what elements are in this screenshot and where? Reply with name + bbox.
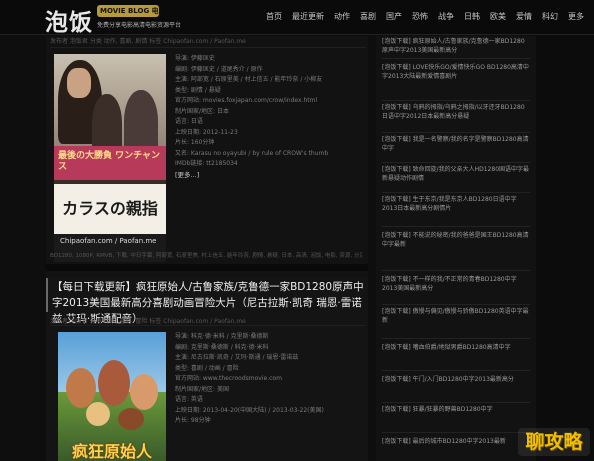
poster-character	[118, 408, 144, 430]
divider	[382, 132, 530, 133]
divider	[382, 304, 530, 305]
page-gutter	[536, 36, 594, 461]
logo-badge: MOVIE BLOG 电影资讯	[97, 5, 159, 17]
site-header: 泡饭 MOVIE BLOG 电影资讯 免费分享电影高清电影资源平台 首页 最近更…	[0, 0, 594, 37]
sidebar-link[interactable]: [泡饭下载] LOVE快乐GO/爱情快乐GO BD1280高清中字2013大陆最…	[382, 64, 530, 81]
info-cast: 主演: 阿部宽 / 石原里美 / 村上信五 / 能年玲奈 / 小柳友	[175, 76, 323, 83]
info-director: 导演: 科克·德·米科 / 克里斯·桑德斯	[175, 333, 269, 340]
post-meta: 发布者 泡饭君 分类 动作, 喜剧, 剧情 标签 Chipaofan.com /…	[50, 38, 246, 45]
info-release-date: 上映日期: 2013-04-20(中国大陆) / 2013-03-22(美国)	[175, 406, 324, 414]
poster-character	[98, 360, 130, 406]
sidebar-link[interactable]: [泡饭下载] 不能说的秘密/我的爸爸是国王BD1280高清中字最新	[382, 232, 530, 249]
divider	[382, 338, 530, 339]
poster-tagline-band: 最後の大勝負 ワンチャンス	[54, 146, 166, 180]
sidebar-link[interactable]: [泡饭下载] 生于东京/我是东京人BD1280日语中字2013日本最新高分剧情片	[382, 196, 530, 213]
nav-item-action[interactable]: 动作	[334, 11, 350, 22]
post-separator	[46, 264, 368, 271]
poster-character	[86, 402, 110, 426]
divider	[50, 325, 366, 326]
divider	[382, 402, 530, 403]
nav-item-scifi[interactable]: 科幻	[542, 11, 558, 22]
nav-item-romance[interactable]: 爱情	[516, 11, 532, 22]
logo-badge-text: MOVIE BLOG 电影资讯	[100, 7, 159, 15]
sidebar-link[interactable]: [泡饭下载] 午门/入门BD1280中字2013最新高分	[382, 376, 530, 385]
logo-subtitle: 免费分享电影高清电影资源平台	[97, 22, 182, 29]
info-aka: 又名: Karasu no oyayubi / by rule of CROW'…	[175, 149, 329, 157]
more-link[interactable]: [更多...]	[175, 170, 361, 181]
nav-item-war[interactable]: 战争	[438, 11, 454, 22]
nav-item-home[interactable]: 首页	[266, 11, 282, 22]
divider	[382, 162, 530, 163]
poster-figure	[124, 90, 158, 154]
poster-character	[66, 368, 96, 408]
info-cast: 主演: 尼古拉斯·凯奇 / 艾玛·斯通 / 瑞恩·雷诺兹	[175, 354, 299, 361]
poster-figure	[92, 94, 122, 154]
post-meta: 发布者 泡饭君 分类 动画, 喜剧, 冒险 标签 Chipaofan.com /…	[50, 318, 246, 325]
sidebar-link[interactable]: [泡饭下载] 致命回旋/我的父亲大人HD1280国语中字最新悬疑动作剧情	[382, 166, 530, 183]
movie-info: 导演: 科克·德·米科 / 克里斯·桑德斯 编剧: 克里斯·桑德斯 / 科克·德…	[175, 332, 361, 427]
poster-face	[67, 68, 91, 98]
nav-item-jpkr[interactable]: 日韩	[464, 11, 480, 22]
nav-item-domestic[interactable]: 国产	[386, 11, 402, 22]
main-content: 发布者 泡饭君 分类 动作, 喜剧, 剧情 标签 Chipaofan.com /…	[46, 36, 368, 461]
poster-title-panel: カラスの親指	[54, 184, 166, 234]
sidebar-latest-list: [泡饭下载] 疯狂原始人/古鲁家族/克鲁德一家BD1280原声中字2013美国最…	[376, 36, 536, 461]
post-card: 发布者 泡饭君 分类 动作, 喜剧, 剧情 标签 Chipaofan.com /…	[46, 36, 368, 262]
divider	[382, 226, 530, 227]
info-country: 制片国家/地区: 日本	[175, 107, 229, 115]
info-release-date: 上映日期: 2012-11-23	[175, 128, 238, 136]
sidebar-link[interactable]: [泡饭下载] 最后的城市BD1280中字2013最新	[382, 438, 530, 447]
sidebar-link[interactable]: [泡饭下载] 疯狂原始人/古鲁家族/克鲁德一家BD1280原声中字2013美国最…	[382, 38, 530, 55]
info-language: 语言: 日语	[175, 118, 203, 125]
divider	[382, 270, 530, 271]
movie-poster[interactable]: 最後の大勝負 ワンチャンス カラスの親指 Chipaofan.com / Pao…	[54, 54, 166, 262]
sidebar-link[interactable]: [泡饭下载] 傲慢与偏见/傲慢与骄傲BD1280英语中字最新	[382, 308, 530, 325]
sidebar-link[interactable]: [泡饭下载] 不一样的我/不正常的青春BD1280中字2013美国最新高分	[382, 276, 530, 293]
movie-poster[interactable]: 疯狂原始人	[58, 332, 166, 461]
divider	[382, 370, 530, 371]
post-tags[interactable]: BD1280, 1080P, RMVB, 下载, 中日字幕, 阿部宽, 石原里美…	[50, 251, 362, 259]
info-country: 制片国家/地区: 美国	[175, 385, 229, 393]
info-imdb[interactable]: IMDb链接: tt2185034	[175, 159, 361, 170]
info-director: 导演: 伊藤匡史	[175, 55, 215, 62]
info-writer: 编剧: 伊藤匡史 / 道尾秀介 / 原作	[175, 65, 263, 73]
nav-item-more[interactable]: 更多	[568, 11, 584, 22]
info-genre: 类型: 喜剧 / 动画 / 冒险	[175, 364, 239, 372]
main-nav: 首页 最近更新 动作 喜剧 国产 恐怖 战争 日韩 欧美 爱情 科幻 更多	[266, 11, 594, 22]
divider	[50, 47, 366, 48]
poster-title: カラスの親指	[62, 199, 158, 218]
info-language: 语言: 英语	[175, 396, 203, 403]
poster-character	[130, 374, 158, 410]
site-logo[interactable]: 泡饭	[45, 3, 93, 37]
sidebar-link[interactable]: [泡饭下载] 狂暴/狂暴的野兽BD1280中字	[382, 406, 530, 415]
divider	[382, 192, 530, 193]
info-writer: 编剧: 克里斯·桑德斯 / 科克·德·米科	[175, 343, 269, 351]
sidebar-link[interactable]: [泡饭下载] 嗜血伯爵/地狱男爵BD1280高清中字	[382, 344, 530, 353]
post-card: 【每日下载更新】疯狂原始人/古鲁家族/克鲁德一家BD1280原声中字2013美国…	[46, 278, 368, 461]
info-genre: 类型: 剧情 / 悬疑	[175, 86, 221, 94]
divider	[382, 432, 530, 433]
sidebar-link[interactable]: [泡饭下载] 我是一名警察/我的名字是警察BD1280高清中字	[382, 136, 530, 153]
watermark-text: 聊攻略	[525, 431, 583, 453]
poster-tagline: 最後の大勝負 ワンチャンス	[58, 151, 161, 172]
nav-item-western[interactable]: 欧美	[490, 11, 506, 22]
info-website[interactable]: 官方网站: movies.foxjapan.com/crow/index.htm…	[175, 96, 361, 107]
poster-title: 疯狂原始人	[71, 442, 152, 461]
divider	[382, 100, 530, 101]
divider	[382, 58, 530, 59]
title-accent-bar	[46, 278, 48, 312]
poster-credit: Chipaofan.com / Paofan.me	[60, 237, 157, 245]
info-runtime: 片长: 98分钟	[175, 417, 211, 424]
header-divider	[0, 34, 594, 35]
movie-info: 导演: 伊藤匡史 编剧: 伊藤匡史 / 道尾秀介 / 原作 主演: 阿部宽 / …	[175, 54, 361, 180]
info-website[interactable]: 官方网站: www.thecroodsmovie.com	[175, 374, 361, 385]
nav-item-latest[interactable]: 最近更新	[292, 11, 324, 22]
nav-item-horror[interactable]: 恐怖	[412, 11, 428, 22]
info-runtime: 片长: 160分钟	[175, 139, 215, 146]
watermark-logo: 聊攻略	[518, 428, 590, 456]
sidebar-link[interactable]: [泡饭下载] 乌鸦的拇指/乌鸦之拇指/以牙还牙BD1280日语中字2012日本最…	[382, 104, 530, 121]
nav-item-comedy[interactable]: 喜剧	[360, 11, 376, 22]
